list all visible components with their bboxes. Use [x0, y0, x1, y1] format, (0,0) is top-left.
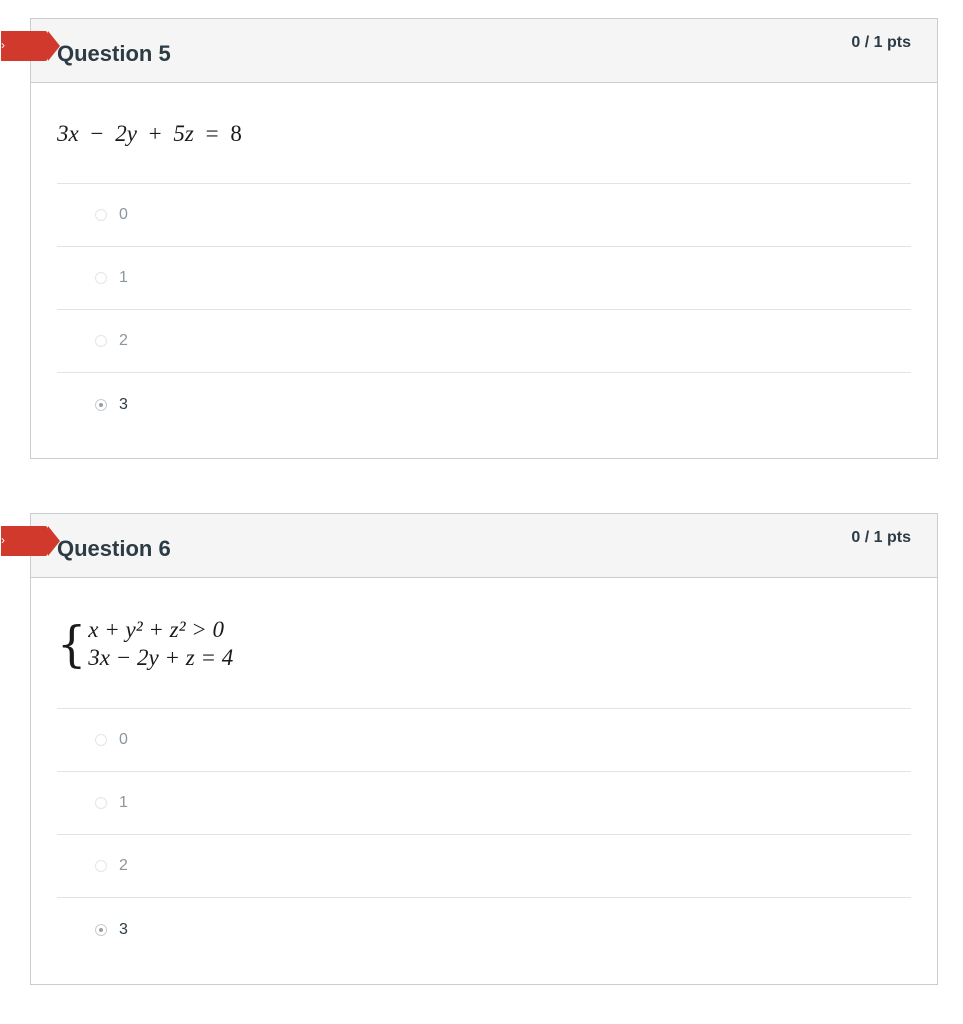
incorrect-flag-icon: › — [1, 526, 60, 556]
system-line: x + y² + z² > 0 — [88, 617, 225, 642]
equation-operator: + — [148, 121, 162, 146]
question-body: 3x − 2y + 5z = 8 0 1 2 3 — [31, 83, 937, 437]
answer-label: 3 — [119, 921, 128, 938]
question-5: › Question 5 0 / 1 pts 3x − 2y + 5z = 8 … — [1, 18, 938, 459]
question-header: › Question 6 0 / 1 pts — [1, 514, 937, 578]
answer-list: 0 1 2 3 — [57, 708, 911, 962]
answer-option[interactable]: 0 — [57, 709, 911, 772]
answer-option[interactable]: 2 — [57, 310, 911, 373]
question-points: 0 / 1 pts — [851, 529, 911, 546]
answer-label: 2 — [119, 857, 128, 874]
answer-option-selected[interactable]: 3 — [57, 373, 911, 437]
question-equation: 3x − 2y + 5z = 8 — [57, 83, 911, 183]
radio-button[interactable] — [95, 797, 107, 809]
incorrect-flag-icon: › — [1, 31, 60, 61]
system-lines: x + y² + z² > 0 3x − 2y + z = 4 — [88, 616, 233, 672]
equation-rhs: 8 — [230, 121, 242, 146]
answer-label: 2 — [119, 332, 128, 349]
answer-option[interactable]: 0 — [57, 184, 911, 247]
left-brace: { — [57, 615, 87, 673]
radio-button[interactable] — [95, 860, 107, 872]
radio-button[interactable] — [95, 335, 107, 347]
radio-button[interactable] — [95, 209, 107, 221]
equation-term: 3x — [57, 121, 79, 146]
answer-option[interactable]: 2 — [57, 835, 911, 898]
equation-operator: = — [205, 121, 219, 146]
answer-label: 0 — [119, 731, 128, 748]
equation-term: 5z — [173, 121, 194, 146]
question-title: Question 6 — [57, 536, 171, 561]
answer-option[interactable]: 1 — [57, 247, 911, 310]
equation-term: 2y — [115, 121, 137, 146]
answer-label: 3 — [119, 396, 128, 413]
question-points: 0 / 1 pts — [851, 34, 911, 51]
answer-label: 1 — [119, 794, 128, 811]
question-system: { x + y² + z² > 0 3x − 2y + z = 4 — [57, 578, 911, 708]
radio-button-checked[interactable] — [95, 399, 107, 411]
system-line: 3x − 2y + z = 4 — [88, 645, 234, 670]
question-body: { x + y² + z² > 0 3x − 2y + z = 4 0 1 2 … — [31, 578, 937, 962]
answer-option-selected[interactable]: 3 — [57, 898, 911, 962]
radio-button[interactable] — [95, 272, 107, 284]
question-6: › Question 6 0 / 1 pts { x + y² + z² > 0… — [1, 513, 938, 985]
question-header: › Question 5 0 / 1 pts — [1, 19, 937, 83]
equation-operator: − — [90, 121, 104, 146]
question-title: Question 5 — [57, 41, 171, 66]
radio-button-checked[interactable] — [95, 924, 107, 936]
radio-button[interactable] — [95, 734, 107, 746]
answer-list: 0 1 2 3 — [57, 183, 911, 437]
answer-label: 1 — [119, 269, 128, 286]
answer-option[interactable]: 1 — [57, 772, 911, 835]
answer-label: 0 — [119, 206, 128, 223]
